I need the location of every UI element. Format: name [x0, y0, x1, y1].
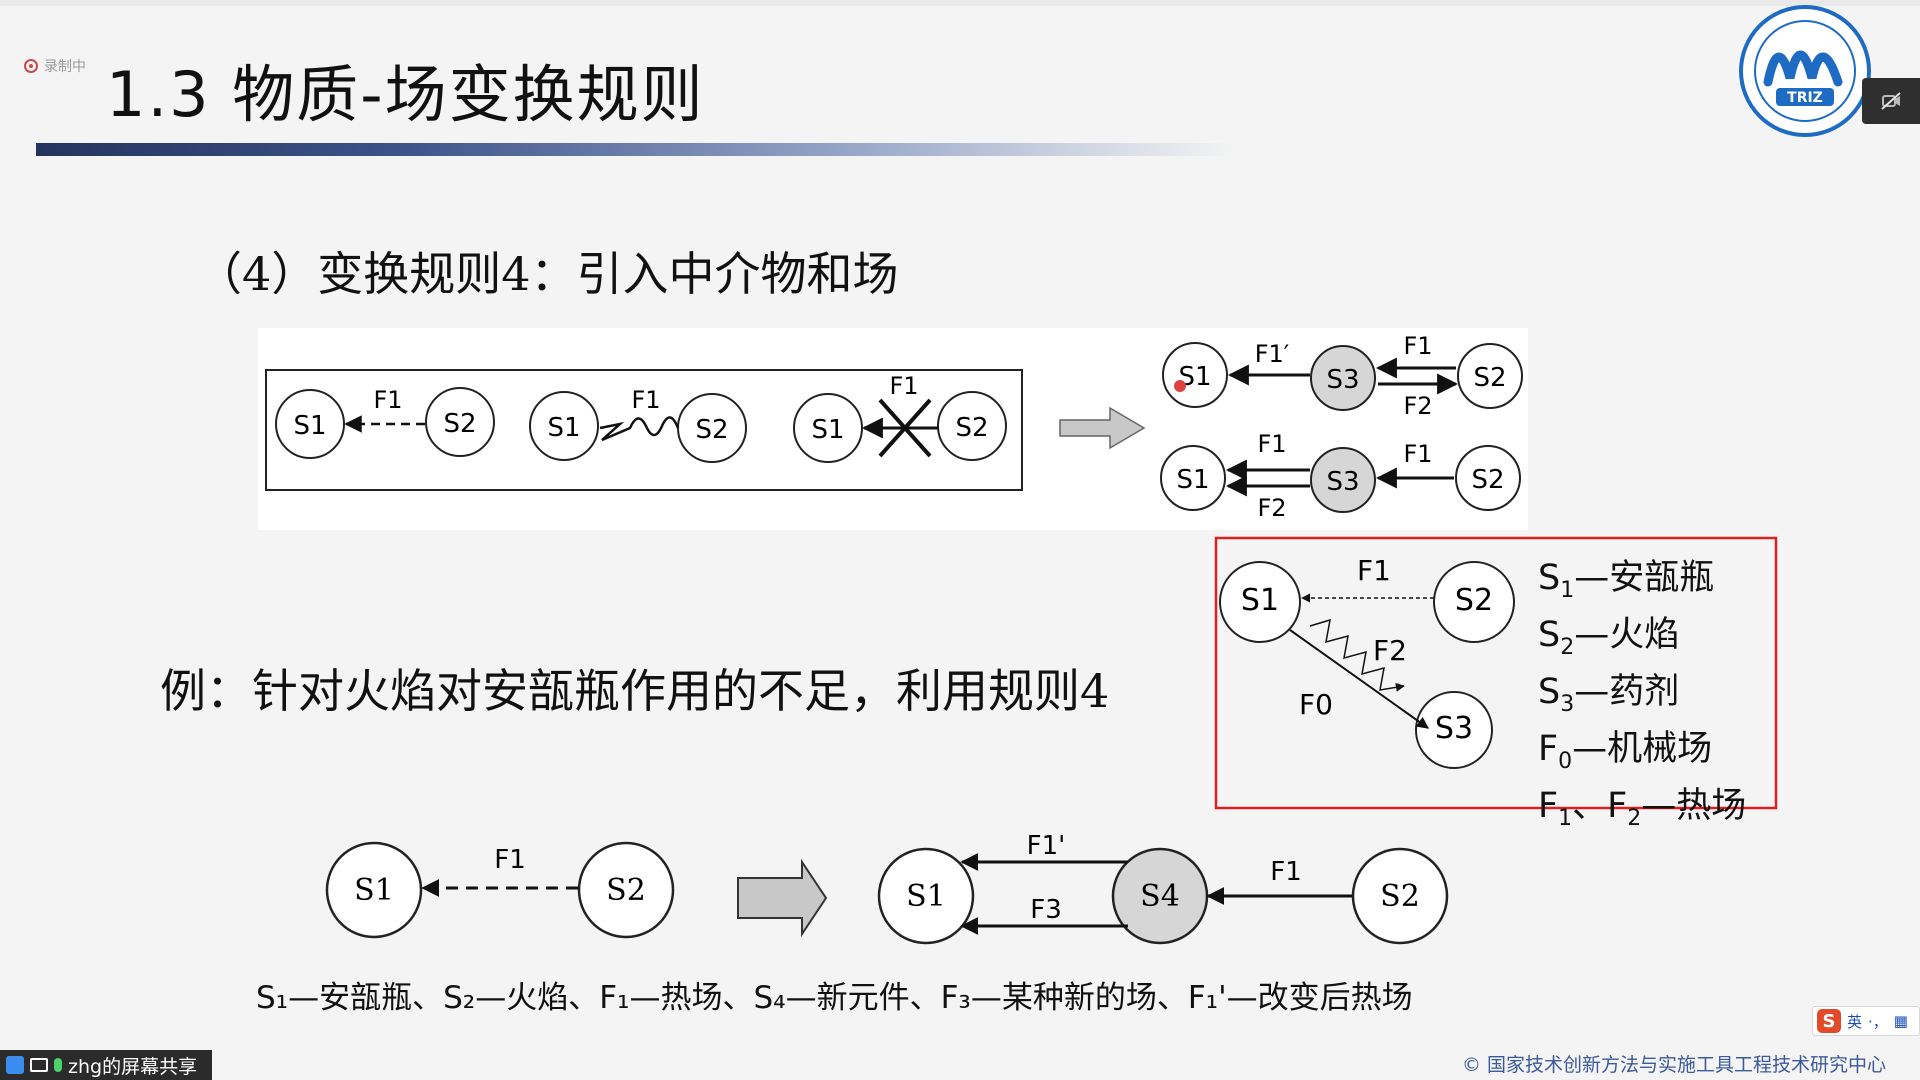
rule-diagram: S1 S2 F1 S1 S2 F1 S1 S2 F1 S1 S3 S2 F1′ [258, 328, 1528, 530]
screen-share-badge[interactable]: zhg的屏幕共享 [0, 1050, 212, 1080]
node-label: S2 [695, 415, 728, 445]
rule-heading: （4）变换规则4：引入中介物和场 [196, 247, 899, 301]
slide: 录制中 1.3 物质-场变换规则 TRIZ （4）变换规则4：引入中介物和场 S… [0, 0, 1920, 1080]
field-label: F1 [1270, 857, 1302, 887]
ime-lang-toggle[interactable]: 英 [1847, 1011, 1862, 1032]
node-label: S3 [1326, 365, 1359, 395]
triz-center-logo-icon: TRIZ [1739, 5, 1871, 137]
solution-diagram: S1 S2 F1 S1 S4 S2 F1' F3 F1 [325, 834, 1449, 945]
logo-text: TRIZ [1787, 90, 1823, 106]
node-label: S2 [443, 409, 476, 439]
legend-item: S1—安瓿瓶 [1538, 558, 1715, 603]
recording-icon [24, 59, 38, 73]
field-label: F1′ [1255, 340, 1290, 368]
node-label: S1 [293, 411, 326, 441]
field-label: F3 [1030, 895, 1062, 925]
transform-arrow-icon [737, 858, 828, 938]
node-label: S1 [354, 873, 394, 908]
node-label: S4 [1140, 879, 1180, 914]
node-label: S2 [1455, 583, 1493, 618]
field-label: F2 [1373, 634, 1407, 667]
field-label: F2 [1403, 392, 1432, 420]
field-label: F1 [1403, 440, 1432, 468]
field-label: F2 [1257, 494, 1286, 522]
node-label: S1 [1241, 583, 1279, 618]
camera-off-icon [1881, 92, 1901, 110]
node-label: S1 [906, 879, 946, 914]
legend-item: S2—火焰 [1538, 615, 1680, 660]
node-label: S3 [1326, 467, 1359, 497]
example-legend: S1—安瓿瓶 S2—火焰 S3—药剂 F0—机械场 F1、F2—热场 [1538, 556, 1746, 841]
recording-label: 录制中 [44, 59, 86, 75]
microphone-icon [54, 1058, 62, 1072]
field-label: F0 [1299, 688, 1333, 721]
legend-item: F0—机械场 [1538, 729, 1713, 774]
screen-icon [30, 1058, 48, 1072]
field-label: F1 [889, 372, 918, 400]
field-label: F1 [494, 845, 526, 875]
legend-item: F1、F2—热场 [1538, 786, 1747, 831]
field-label: F1 [1403, 332, 1432, 360]
legend-item: S3—药剂 [1538, 672, 1680, 717]
node-label: S1 [547, 413, 580, 443]
solution-caption: S₁—安瓿瓶、S₂—火焰、F₁—热场、S₄—新元件、F₃—某种新的场、F₁'—改… [256, 980, 1413, 1016]
example-text: 例：针对火焰对安瓿瓶作用的不足，利用规则4 [160, 664, 1110, 718]
node-label: S2 [955, 413, 988, 443]
slide-title: 1.3 物质-场变换规则 [106, 58, 705, 131]
field-label: F1 [631, 386, 660, 414]
node-label: S3 [1435, 711, 1473, 746]
ime-toolbar[interactable]: S 英 ·， ▦ [1812, 1006, 1920, 1036]
field-label: F1 [1257, 430, 1286, 458]
ime-menu-icon[interactable]: ▦ [1894, 1012, 1908, 1030]
copyright-footer: © 国家技术创新方法与实施工具工程技术研究中心 [1462, 1054, 1887, 1076]
field-label: F1' [1027, 834, 1066, 861]
recording-indicator[interactable]: 录制中 [24, 56, 86, 76]
node-label: S2 [1380, 879, 1420, 914]
title-underline [36, 143, 1236, 156]
node-label: S1 [811, 415, 844, 445]
screen-share-label: zhg的屏幕共享 [68, 1055, 198, 1078]
cursor-dot-icon [1174, 380, 1186, 392]
top-strip [0, 0, 1920, 6]
field-label: F1 [1357, 554, 1391, 587]
user-icon [6, 1056, 24, 1074]
node-label: S2 [606, 873, 646, 908]
ime-punct-toggle[interactable]: ·， [1868, 1011, 1888, 1032]
sogou-logo-icon: S [1817, 1009, 1841, 1033]
field-label: F1 [373, 386, 402, 414]
node-label: S1 [1176, 465, 1209, 495]
camera-toggle-button[interactable] [1862, 78, 1920, 124]
node-label: S2 [1473, 363, 1506, 393]
node-label: S2 [1471, 465, 1504, 495]
